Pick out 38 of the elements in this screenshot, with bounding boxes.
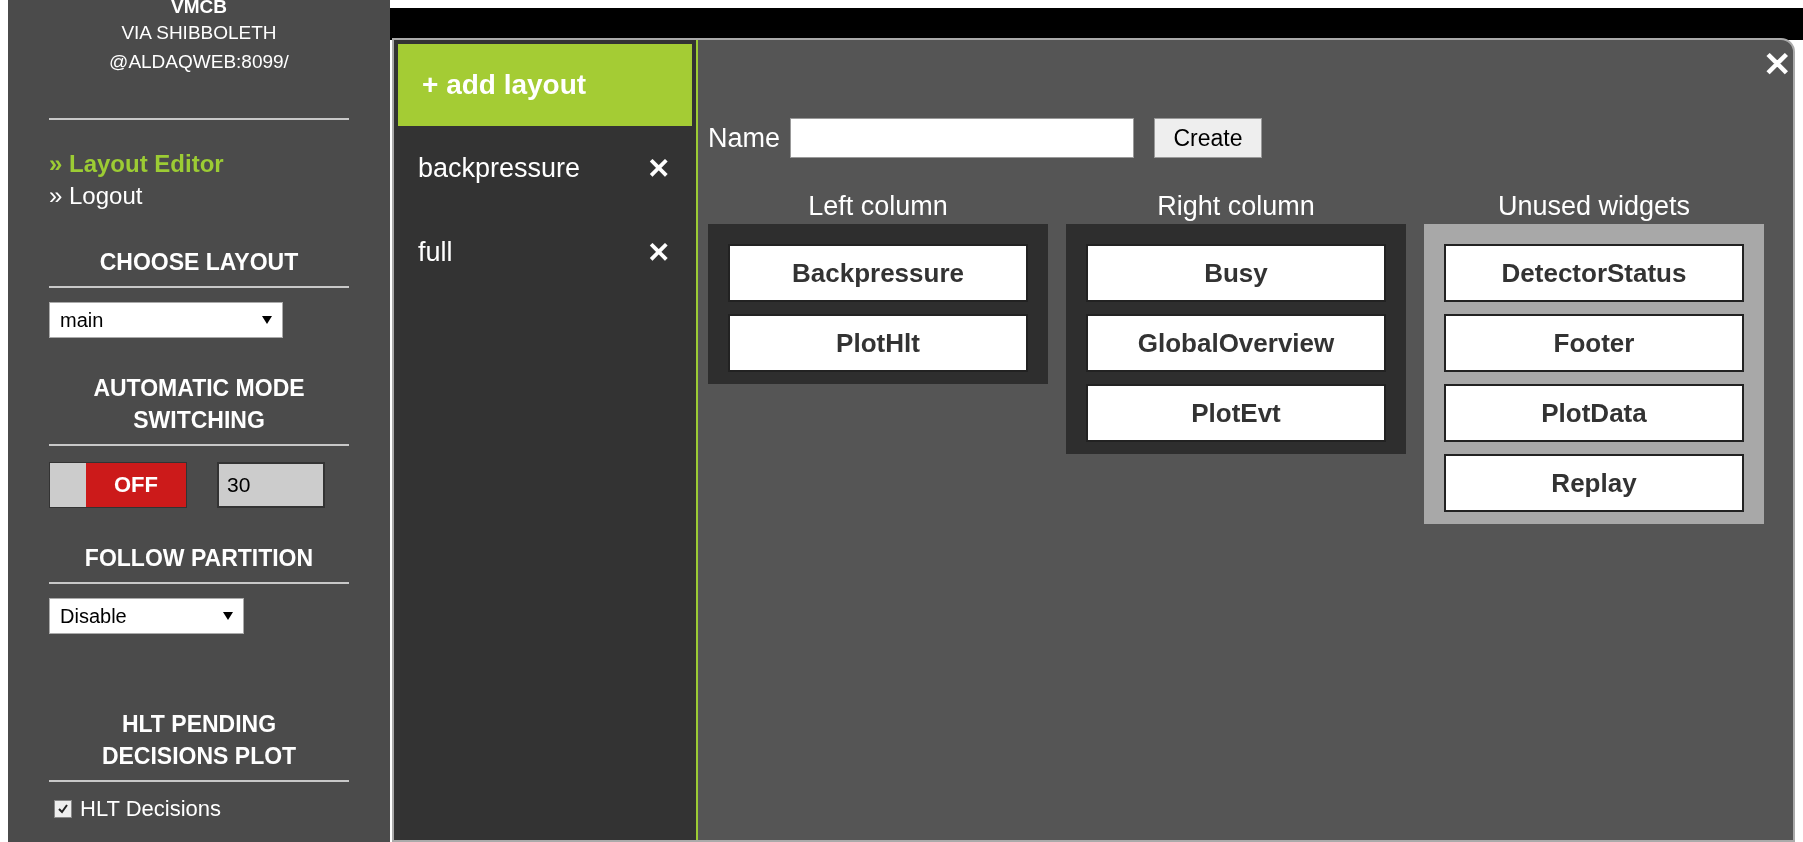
column-title: Right column [1157, 190, 1315, 223]
caret-icon [262, 316, 272, 324]
widget-tile[interactable]: PlotEvt [1086, 384, 1386, 442]
name-field[interactable] [790, 118, 1135, 158]
mode-toggle[interactable]: OFF [49, 462, 187, 508]
checkbox-label: HLT Decisions [80, 796, 221, 822]
section-heading: AUTOMATIC MODE SWITCHING [92, 374, 306, 435]
widget-tile[interactable]: Backpressure [728, 244, 1028, 302]
column-title: Left column [808, 190, 948, 223]
checkbox[interactable] [54, 800, 72, 818]
section-heading: CHOOSE LAYOUT [98, 248, 300, 277]
widget-tile[interactable]: PlotData [1444, 384, 1744, 442]
layout-item[interactable]: backpressure [418, 152, 581, 184]
widget-tile[interactable]: PlotHlt [728, 314, 1028, 372]
section-heading: HLT PENDING DECISIONS PLOT [100, 710, 298, 771]
user-info-text: @ALDAQWEB:8099/ [109, 50, 289, 74]
user-info-text: VMCB [171, 0, 227, 18]
section-heading: FOLLOW PARTITION [83, 544, 315, 573]
column-title: Unused widgets [1497, 190, 1691, 223]
partition-select[interactable]: Disable [49, 598, 244, 634]
layout-item[interactable]: full [418, 236, 453, 268]
delete-button[interactable]: ✕ [647, 151, 670, 185]
layout-select[interactable]: main [49, 302, 283, 338]
close-button[interactable]: ✕ [1763, 44, 1791, 84]
name-label: Name [708, 122, 781, 154]
caret-icon [223, 612, 233, 620]
check-icon [57, 803, 69, 815]
nav-link[interactable]: » Layout Editor [49, 148, 349, 180]
widget-tile[interactable]: Busy [1086, 244, 1386, 302]
interval-field[interactable]: 30 [217, 462, 325, 508]
widget-tile[interactable]: Footer [1444, 314, 1744, 372]
widget-tile[interactable]: Replay [1444, 454, 1744, 512]
nav-link[interactable]: » Logout [49, 180, 349, 212]
widget-tile[interactable]: DetectorStatus [1444, 244, 1744, 302]
create-button[interactable]: Create [1154, 118, 1263, 158]
widget-tile[interactable]: GlobalOverview [1086, 314, 1386, 372]
user-info-text: VIA SHIBBOLETH [121, 21, 277, 45]
delete-button[interactable]: ✕ [647, 235, 670, 269]
